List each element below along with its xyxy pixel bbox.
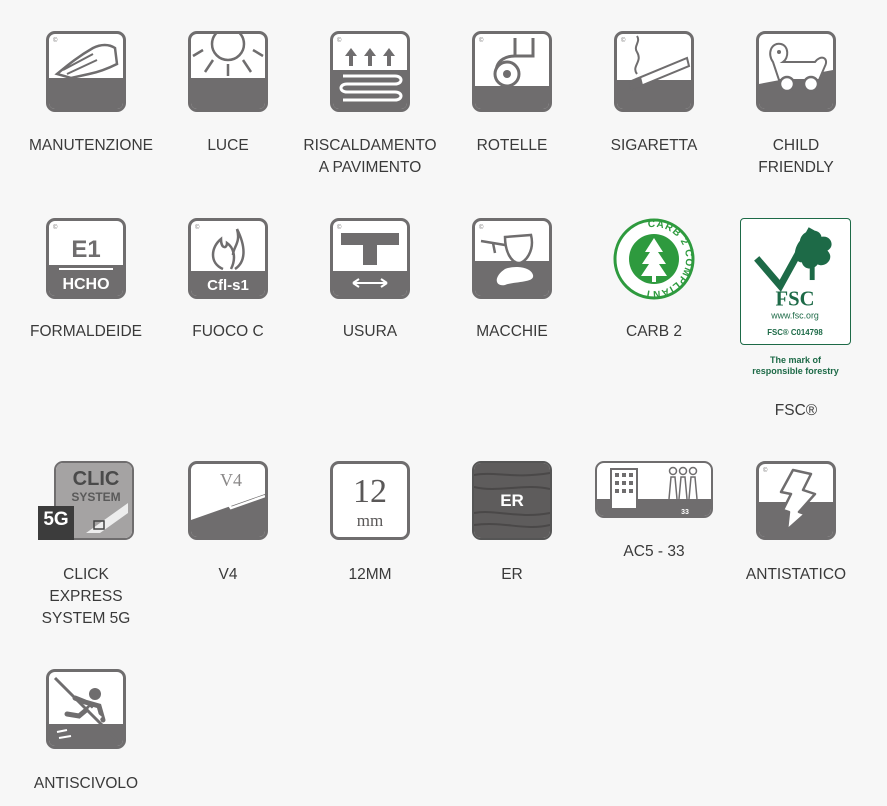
feature-label: V4 bbox=[218, 566, 238, 583]
feature-label: CHILD FRIENDLY bbox=[758, 137, 834, 176]
wear-icon: © bbox=[330, 218, 410, 299]
feature-label: ROTELLE bbox=[476, 137, 548, 154]
sun-icon bbox=[188, 31, 268, 112]
thickness-unit: mm bbox=[357, 511, 383, 530]
carb2-seal-icon: CARB 2 COMPLIANT bbox=[613, 218, 695, 300]
badge-5g-text: 5G bbox=[43, 509, 69, 530]
feature-label: SIGARETTA bbox=[610, 137, 698, 154]
formaldehyde-icon: © E1 HCHO bbox=[46, 218, 126, 299]
feature-label: CLICK EXPRESS SYSTEM 5G bbox=[41, 566, 131, 627]
icon-text-e1: E1 bbox=[71, 236, 100, 263]
feature-label: ER bbox=[501, 566, 523, 583]
ac-class-number: 33 bbox=[681, 509, 689, 516]
feature-label: AC5 - 33 bbox=[623, 543, 685, 560]
feature-label: FORMALDEIDE bbox=[30, 323, 142, 340]
fsc-code: FSC® C014798 bbox=[767, 328, 823, 337]
svg-text:©: © bbox=[479, 224, 484, 231]
hand-icon: © bbox=[46, 31, 126, 112]
feature-label: MANUTENZIONE bbox=[29, 137, 153, 154]
fsc-url: www.fsc.org bbox=[770, 310, 819, 320]
thickness-icon: 12 mm bbox=[330, 461, 410, 540]
svg-text:©: © bbox=[337, 37, 342, 44]
svg-text:©: © bbox=[195, 224, 200, 231]
feature-label: 12MM bbox=[348, 566, 392, 583]
fsc-tagline-1: The mark of bbox=[769, 355, 821, 365]
icon-text-class: Cfl-s1 bbox=[207, 277, 249, 294]
v4-bevel-icon: V4 bbox=[188, 461, 268, 540]
antistatic-icon: © bbox=[756, 461, 836, 540]
feature-label: CARB 2 bbox=[626, 323, 682, 340]
toy-dog-icon bbox=[756, 31, 836, 112]
svg-text:©: © bbox=[53, 37, 58, 44]
svg-text:©: © bbox=[621, 37, 626, 44]
feature-label: RISCALDAMENTO A PAVIMENTO bbox=[303, 137, 437, 176]
svg-text:©: © bbox=[53, 224, 58, 231]
feature-label: FUOCO C bbox=[192, 323, 264, 340]
clic-text: CLIC bbox=[73, 468, 120, 490]
icon-text-hcho: HCHO bbox=[62, 276, 109, 293]
fsc-text: FSC bbox=[776, 289, 815, 311]
stain-glass-icon: © bbox=[472, 218, 552, 299]
svg-text:©: © bbox=[337, 224, 342, 231]
feature-label: ANTISCIVOLO bbox=[33, 775, 139, 792]
svg-text:©: © bbox=[479, 37, 484, 44]
fsc-logo-icon: FSC www.fsc.org FSC® C014798 The mark of… bbox=[740, 218, 851, 378]
feature-label: USURA bbox=[342, 323, 398, 340]
er-texture-icon: ER bbox=[472, 461, 552, 540]
thickness-number: 12 bbox=[353, 473, 387, 510]
anti-slip-icon bbox=[46, 669, 126, 749]
fsc-tagline-2: responsible forestry bbox=[752, 366, 839, 376]
feature-label: LUCE bbox=[207, 137, 249, 154]
feature-label: MACCHIE bbox=[476, 323, 548, 340]
fire-icon: © Cfl-s1 bbox=[188, 218, 268, 299]
feature-label: ANTISTATICO bbox=[745, 566, 847, 583]
er-text: ER bbox=[500, 491, 524, 510]
badge-5g: 5G bbox=[38, 506, 74, 540]
v4-text: V4 bbox=[220, 470, 242, 490]
svg-text:©: © bbox=[763, 467, 768, 474]
floor-heating-icon: © bbox=[330, 31, 410, 112]
ac5-class-icon: 33 bbox=[595, 461, 713, 518]
feature-label: FSC® bbox=[774, 402, 818, 419]
caster-icon: © bbox=[472, 31, 552, 112]
system-text: SYSTEM bbox=[71, 490, 120, 504]
cigarette-icon: © bbox=[614, 31, 694, 112]
